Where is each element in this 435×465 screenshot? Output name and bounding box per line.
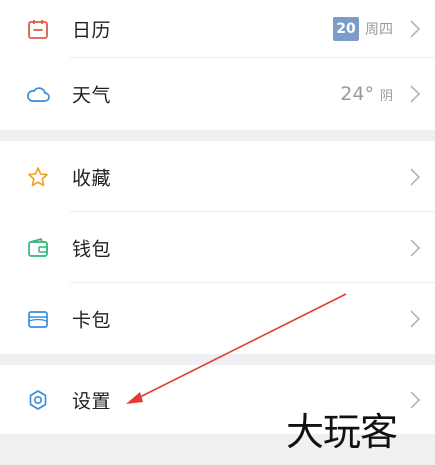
chevron-right-icon <box>409 84 421 104</box>
row-wallet[interactable]: 钱包 <box>0 212 435 283</box>
wallet-label: 钱包 <box>72 238 112 260</box>
wallet-icon <box>26 236 50 260</box>
gear-icon <box>26 388 50 412</box>
date-badge: 20 <box>333 17 359 41</box>
calendar-label: 日历 <box>72 19 112 42</box>
card-icon <box>26 307 50 331</box>
cloud-icon <box>26 82 50 106</box>
weather-condition-text: 阴 <box>379 88 393 104</box>
watermark-text: 大玩客 <box>286 410 398 454</box>
row-calendar[interactable]: 日历 20 周四 <box>0 0 435 58</box>
section-gap <box>0 130 435 141</box>
me-page-menu: 日历 20 周四 天气 24° 阴 收藏 钱包 卡包 设置 大玩客 <box>0 0 435 465</box>
star-icon <box>26 165 50 189</box>
section-gap <box>0 354 435 365</box>
chevron-right-icon <box>409 238 421 258</box>
group-favorites-wallet-card: 收藏 钱包 卡包 <box>0 141 435 354</box>
row-cardpack[interactable]: 卡包 <box>0 283 435 354</box>
weather-label: 天气 <box>72 84 112 107</box>
row-favorites[interactable]: 收藏 <box>0 141 435 212</box>
group-calendar-weather: 日历 20 周四 天气 24° 阴 <box>0 0 435 130</box>
calendar-icon <box>26 17 50 41</box>
chevron-right-icon <box>409 390 421 410</box>
settings-label: 设置 <box>72 390 112 412</box>
calendar-date-info: 20 周四 <box>333 17 393 41</box>
row-weather[interactable]: 天气 24° 阴 <box>0 58 435 130</box>
weather-info: 24° 阴 <box>340 83 393 105</box>
chevron-right-icon <box>409 167 421 187</box>
temperature-text: 24° <box>340 83 374 105</box>
chevron-right-icon <box>409 19 421 39</box>
chevron-right-icon <box>409 309 421 329</box>
weekday-text: 周四 <box>365 22 393 38</box>
cardpack-label: 卡包 <box>72 309 112 331</box>
favorites-label: 收藏 <box>72 167 112 189</box>
